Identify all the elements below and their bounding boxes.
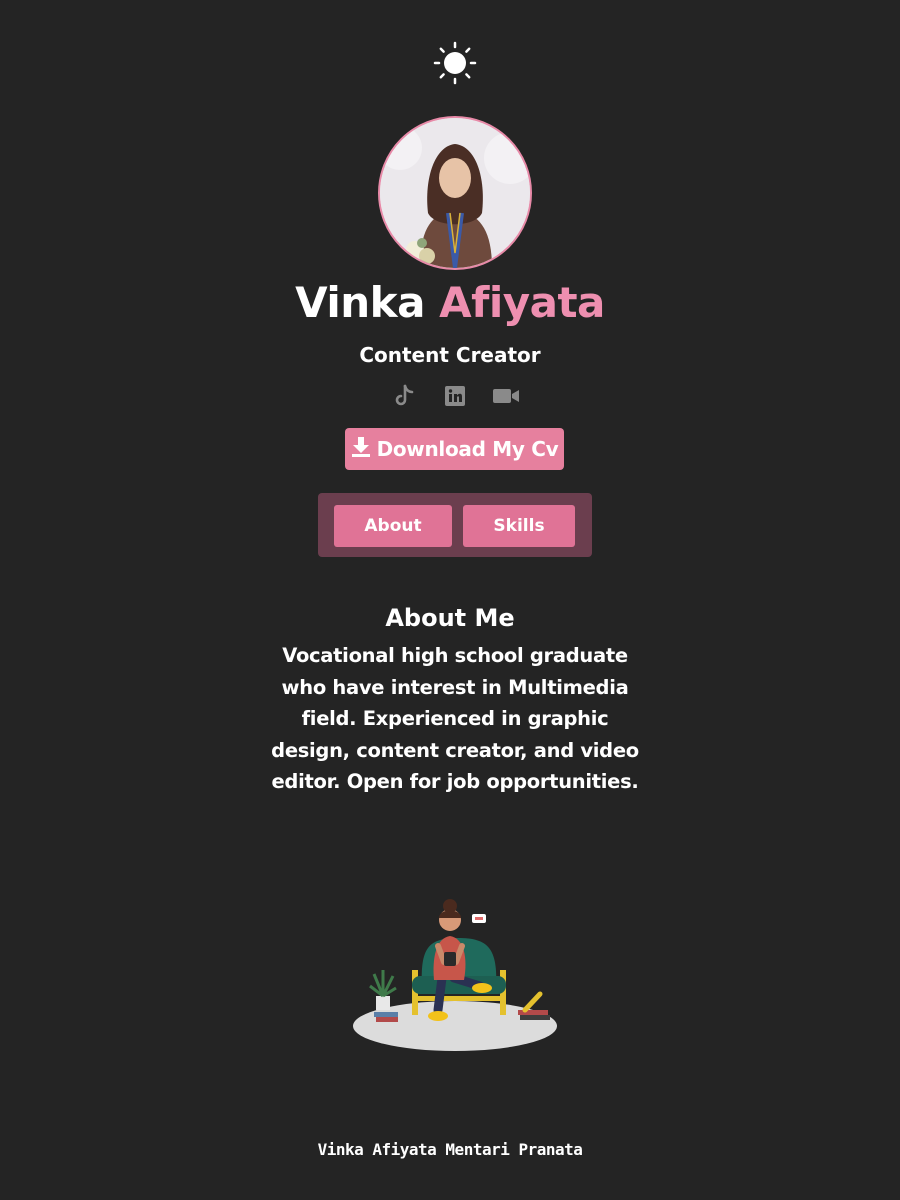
illustration xyxy=(350,878,560,1058)
download-label: Download My Cv xyxy=(376,437,559,461)
video-camera-icon[interactable] xyxy=(492,382,520,410)
theme-toggle-button[interactable] xyxy=(430,40,480,90)
tiktok-icon[interactable] xyxy=(390,382,418,410)
footer-text: Vinka Afiyata Mentari Pranata xyxy=(317,1140,583,1159)
avatar xyxy=(378,116,532,270)
last-name: Afiyata xyxy=(439,278,605,327)
about-text: Vocational high school graduate who have… xyxy=(271,644,639,794)
about-title: About Me xyxy=(385,604,515,632)
download-cv-button[interactable]: Download My Cv xyxy=(345,428,564,470)
download-icon xyxy=(351,436,371,463)
profile-name: Vinka Afiyata xyxy=(0,278,900,327)
tab-about[interactable]: About xyxy=(334,505,452,547)
sun-icon xyxy=(432,40,478,90)
tab-bar: About Skills xyxy=(318,493,592,557)
profile-role: Content Creator xyxy=(359,343,541,367)
first-name: Vinka xyxy=(295,278,425,327)
linkedin-icon[interactable] xyxy=(441,382,469,410)
social-links xyxy=(390,382,520,410)
tab-skills[interactable]: Skills xyxy=(463,505,575,547)
